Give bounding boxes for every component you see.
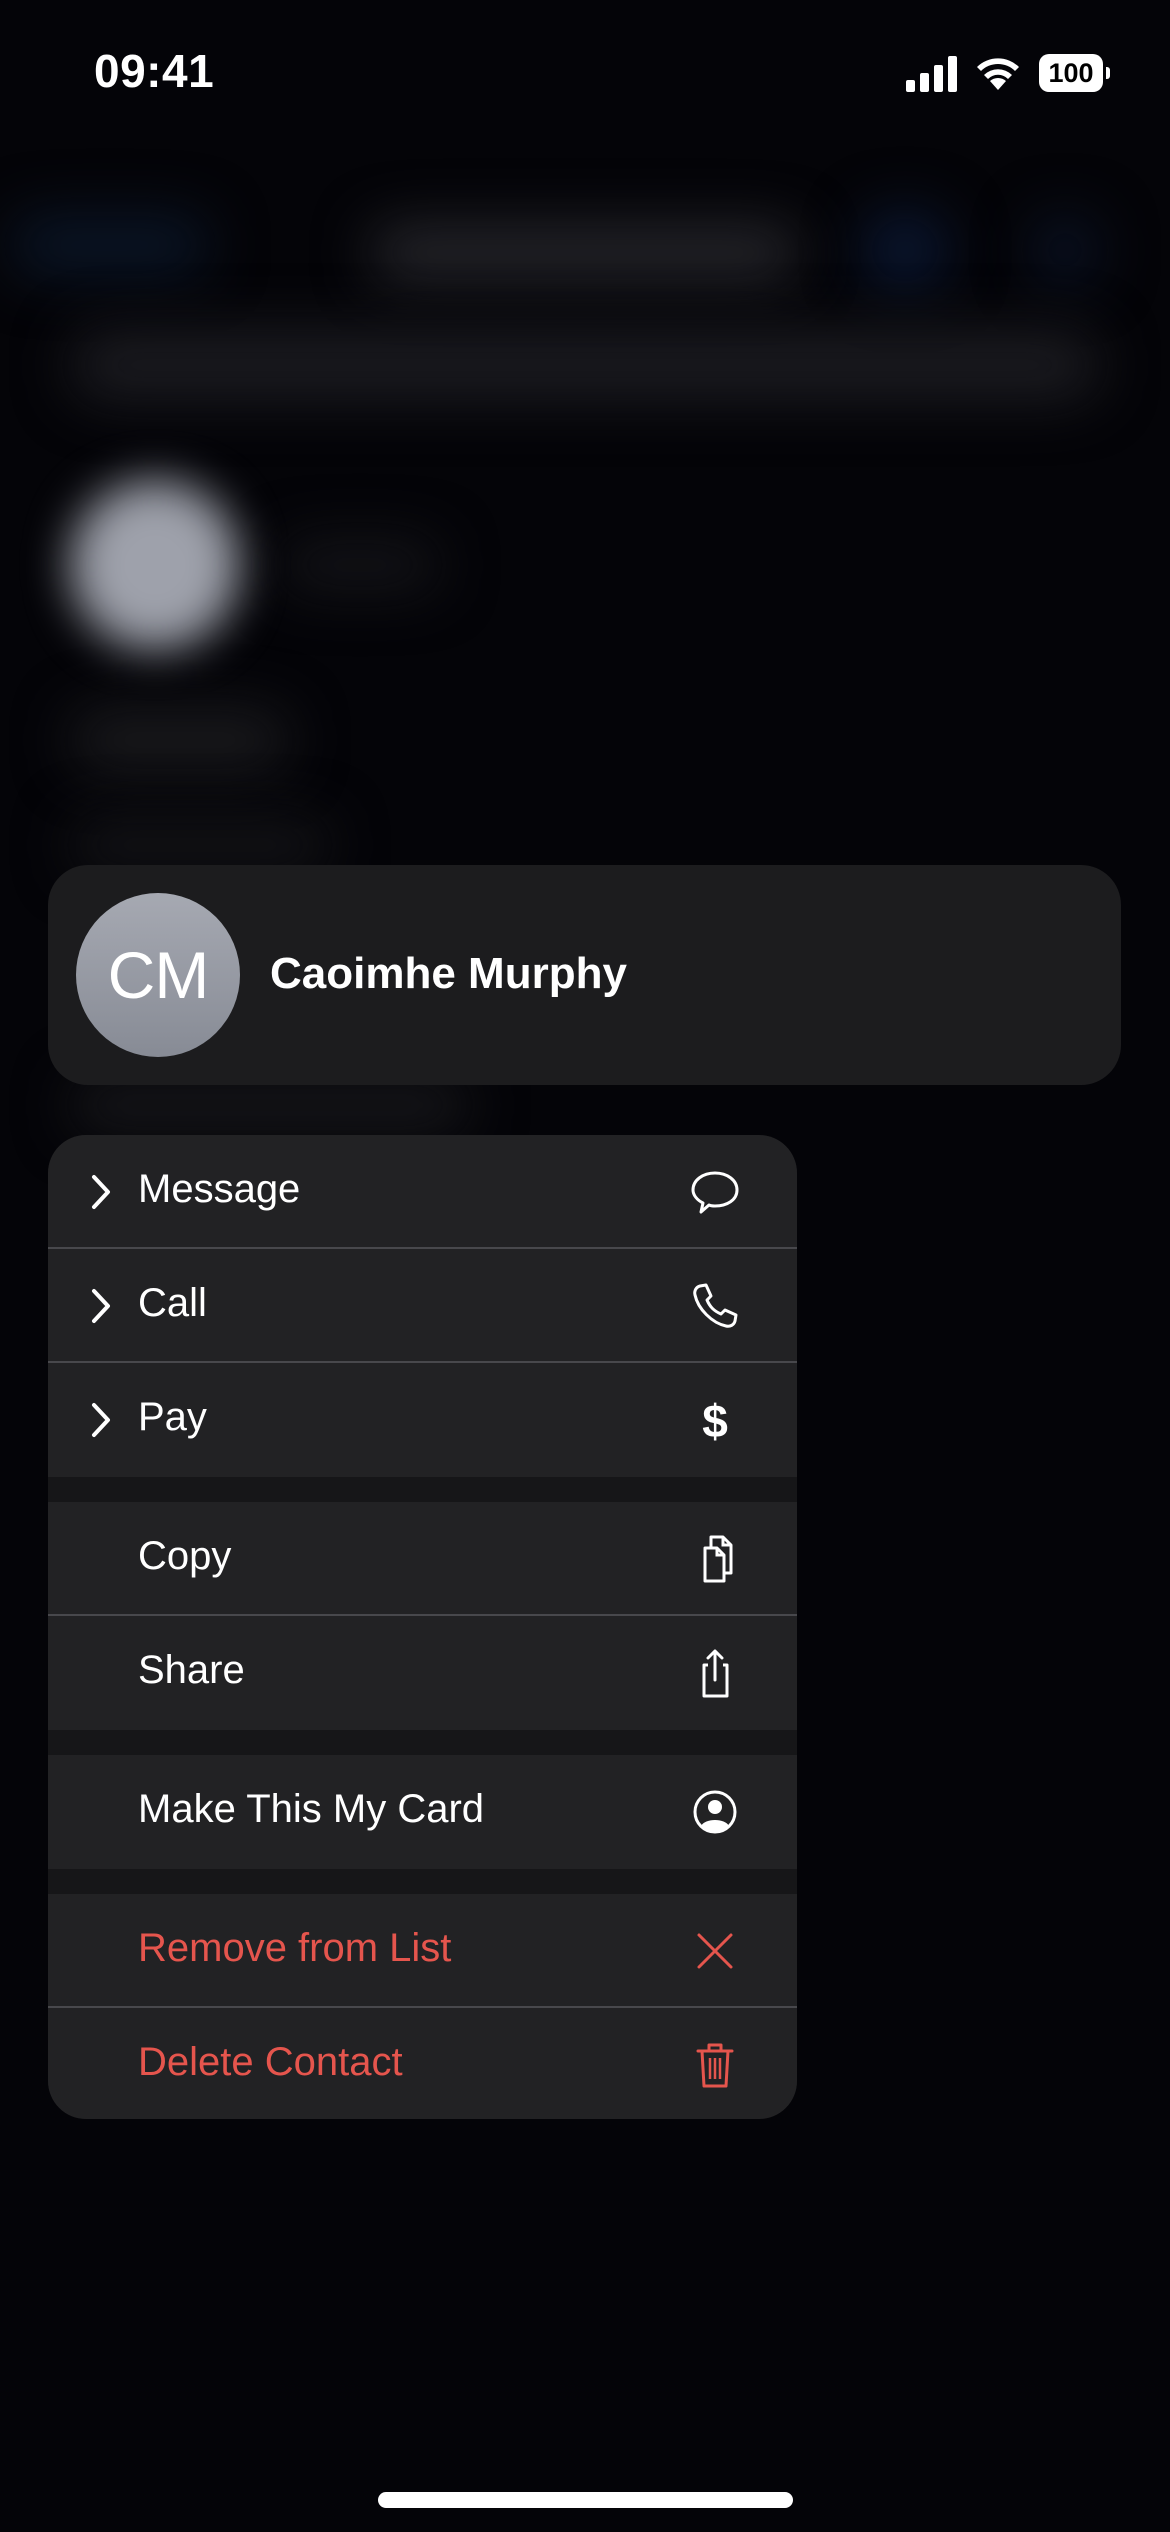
blurred-name — [280, 540, 440, 590]
menu-item-label: Make This My Card — [138, 1787, 485, 1831]
share-icon — [702, 1649, 729, 1698]
copy-icon — [703, 1535, 733, 1583]
menu-group-separator — [48, 1869, 797, 1894]
menu-item-label: Message — [138, 1167, 301, 1211]
menu-item-remove-from-list[interactable]: Remove from List — [48, 1894, 797, 2008]
blurred-row-3 — [70, 1080, 470, 1130]
blurred-nav-button-2 — [1030, 215, 1100, 285]
menu-item-make-this-my-card[interactable]: Make This My Card — [48, 1755, 797, 1869]
menu-item-label: Call — [138, 1281, 207, 1325]
person-circle-icon — [693, 1790, 737, 1834]
wifi-icon — [977, 58, 1019, 90]
battery-indicator: 100 — [1039, 54, 1111, 92]
status-bar: 09:41 100 — [0, 0, 1170, 140]
avatar-initials: CM — [107, 938, 210, 1012]
menu-item-share[interactable]: Share — [48, 1616, 797, 1730]
blurred-row — [70, 710, 290, 770]
cellular-signal-icon — [906, 56, 957, 92]
menu-item-label: Delete Contact — [138, 2040, 403, 2084]
menu-item-label: Pay — [138, 1395, 207, 1439]
svg-text:$: $ — [702, 1395, 728, 1447]
message-bubble-icon — [691, 1171, 739, 1214]
chevron-right-icon — [92, 1403, 110, 1437]
menu-item-label: Copy — [138, 1534, 232, 1578]
blurred-nav-back — [10, 215, 210, 275]
x-mark-icon — [697, 1933, 733, 1969]
context-menu: Message Call Pay $ Copy Share Make This … — [48, 1135, 797, 2119]
menu-item-pay[interactable]: Pay $ — [48, 1363, 797, 1477]
blurred-row-2 — [70, 820, 330, 870]
dollar-icon: $ — [702, 1395, 728, 1447]
chevron-right-icon — [92, 1289, 110, 1323]
blurred-nav-button — [860, 210, 950, 290]
menu-item-delete-contact[interactable]: Delete Contact — [48, 2008, 797, 2119]
home-indicator[interactable] — [378, 2492, 793, 2508]
blurred-avatar — [70, 480, 240, 650]
menu-item-label: Share — [138, 1648, 245, 1692]
menu-item-call[interactable]: Call — [48, 1249, 797, 1363]
menu-item-message[interactable]: Message — [48, 1135, 797, 1249]
phone-icon — [693, 1283, 738, 1328]
menu-group-separator — [48, 1477, 797, 1502]
blurred-search-bar — [70, 330, 1100, 400]
blurred-nav-title — [370, 225, 800, 280]
contact-name: Caoimhe Murphy — [270, 949, 627, 998]
menu-item-label: Remove from List — [138, 1926, 452, 1970]
avatar: CM — [76, 893, 240, 1057]
chevron-right-icon — [92, 1175, 110, 1209]
menu-item-copy[interactable]: Copy — [48, 1502, 797, 1616]
trash-icon — [696, 2043, 734, 2088]
menu-group-separator — [48, 1730, 797, 1755]
contact-preview-card[interactable]: CM Caoimhe Murphy — [48, 865, 1121, 1085]
status-time: 09:41 — [94, 45, 215, 97]
battery-level: 100 — [1048, 57, 1094, 88]
